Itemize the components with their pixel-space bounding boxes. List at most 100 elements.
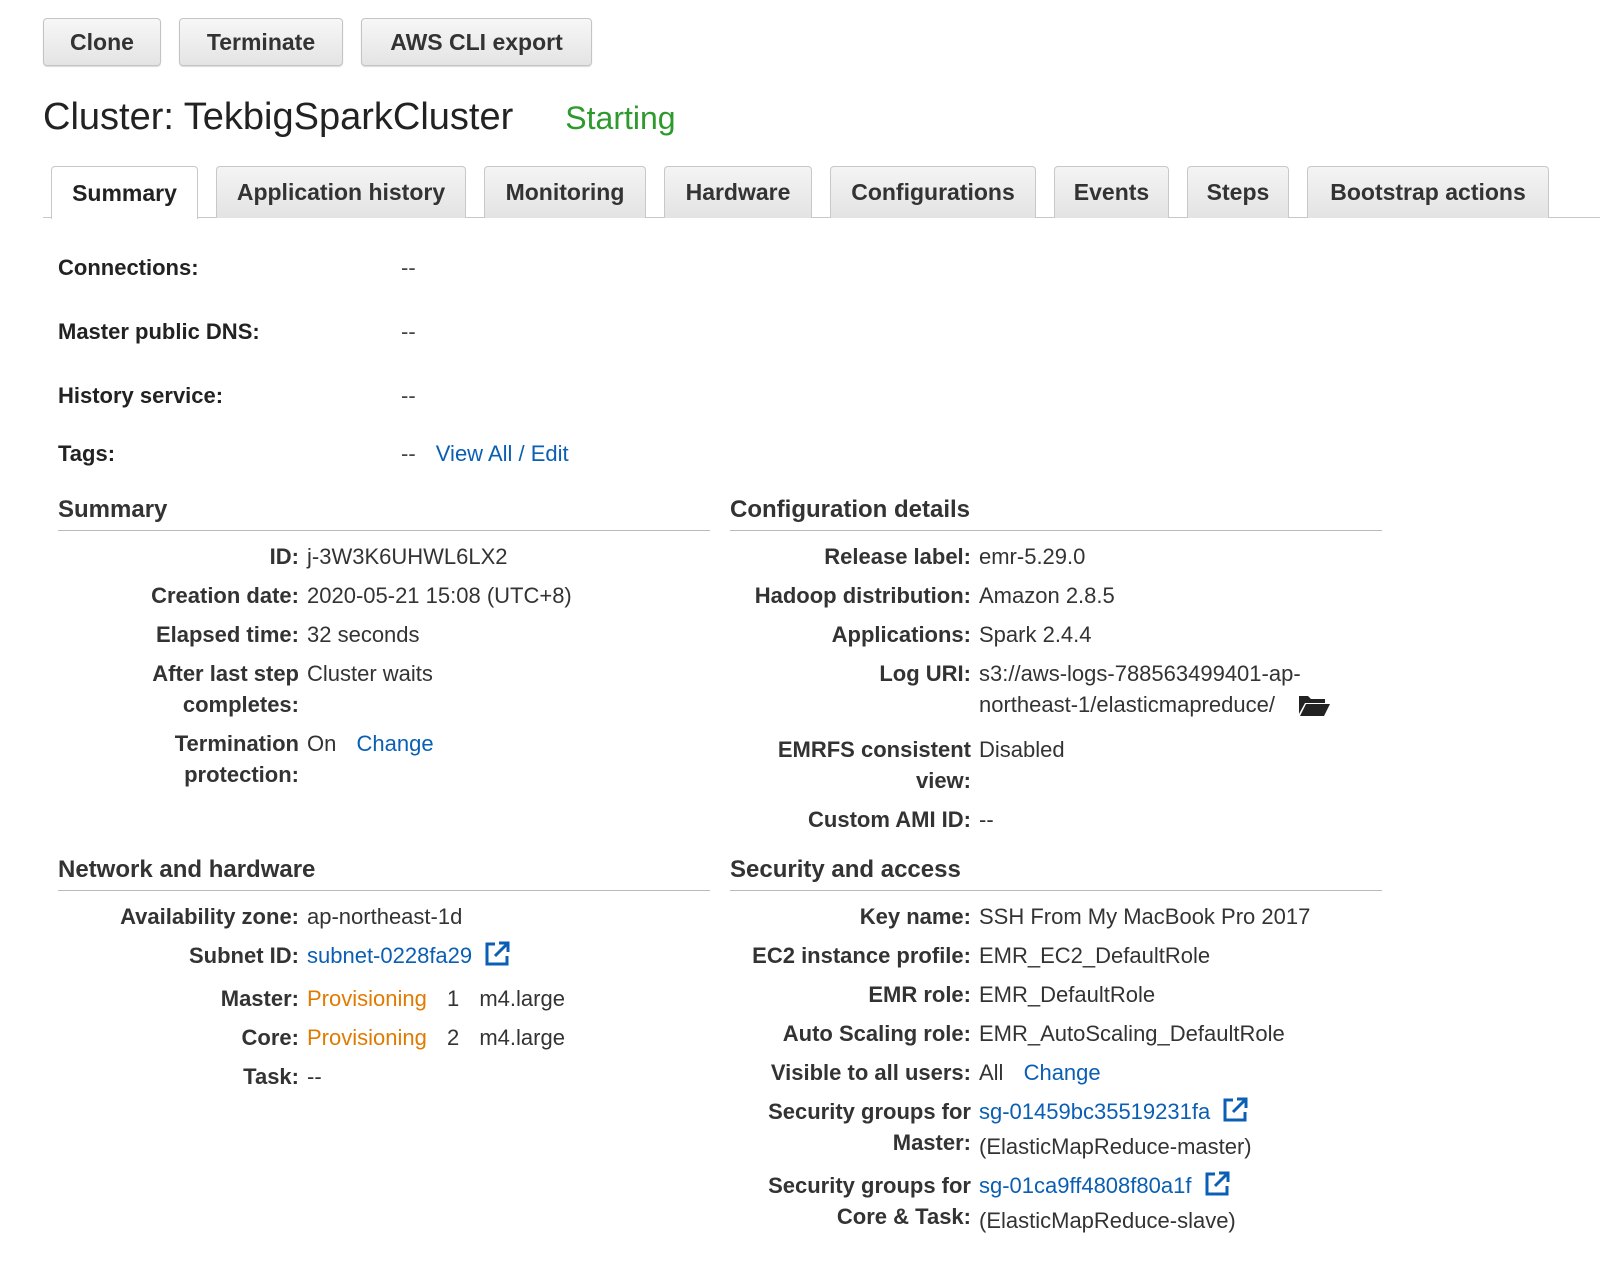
sg-master-link[interactable]: sg-01459bc35519231fa <box>979 1099 1210 1124</box>
toolbar: Clone Terminate AWS CLI export <box>43 18 592 66</box>
sg-master-value: sg-01459bc35519231fa (ElasticMapReduce-m… <box>979 1096 1252 1162</box>
after-last-step-row: After last step completes: Cluster waits <box>58 658 710 720</box>
subnet-id-link[interactable]: subnet-0228fa29 <box>307 943 472 968</box>
cluster-status: Starting <box>565 100 676 136</box>
title-row: Cluster: TekbigSparkCluster Starting <box>43 96 676 139</box>
after-last-step-value: Cluster waits <box>307 661 433 686</box>
core-status: Provisioning <box>307 1025 427 1050</box>
tab-bootstrap-actions[interactable]: Bootstrap actions <box>1307 166 1549 218</box>
applications-row: Applications: Spark 2.4.4 <box>730 619 1382 650</box>
log-uri-value-line2-group: northeast-1/elasticmapreduce/ <box>979 689 1331 726</box>
subnet-id-row: Subnet ID: subnet-0228fa29 <box>58 940 710 975</box>
availability-zone-value: ap-northeast-1d <box>307 904 463 929</box>
cluster-id-label: ID: <box>269 544 299 569</box>
security-access-title: Security and access <box>730 856 1382 891</box>
termination-change-link[interactable]: Change <box>356 731 433 756</box>
tags-value: -- <box>401 441 416 466</box>
ec2-instance-profile-label: EC2 instance profile: <box>752 943 971 968</box>
sg-core-label-line2: Core & Task: <box>836 1204 971 1229</box>
auto-scaling-role-label: Auto Scaling role: <box>782 1021 971 1046</box>
emrfs-row: EMRFS consistent view: Disabled <box>730 734 1382 796</box>
master-label: Master: <box>220 986 299 1011</box>
termination-protection-label-line2: protection: <box>184 762 299 787</box>
visibility-change-link[interactable]: Change <box>1024 1060 1101 1085</box>
log-uri-value-line1: s3://aws-logs-788563499401-ap- <box>979 661 1301 686</box>
emr-role-row: EMR role: EMR_DefaultRole <box>730 979 1382 1010</box>
history-service-label: History service: <box>58 383 224 408</box>
tags-label: Tags: <box>58 441 116 466</box>
security-access-section: Security and access Key name: SSH From M… <box>730 856 1382 1236</box>
log-uri-value: s3://aws-logs-788563499401-ap- northeast… <box>979 658 1331 726</box>
tab-steps[interactable]: Steps <box>1187 166 1289 218</box>
release-label-row: Release label: emr-5.29.0 <box>730 541 1382 572</box>
emrfs-label-line1: EMRFS consistent <box>777 737 971 762</box>
history-service-value: -- <box>401 383 416 408</box>
tab-configurations[interactable]: Configurations <box>830 166 1036 218</box>
configuration-details-section: Configuration details Release label: emr… <box>730 496 1382 835</box>
elapsed-time-value: 32 seconds <box>307 622 420 647</box>
hadoop-distribution-value: Amazon 2.8.5 <box>979 583 1115 608</box>
network-hardware-title: Network and hardware <box>58 856 710 891</box>
tab-bar: Summary Application history Monitoring H… <box>43 166 1600 219</box>
sg-master-link-group: sg-01459bc35519231fa <box>979 1096 1252 1131</box>
cluster-id-value: j-3W3K6UHWL6LX2 <box>307 544 508 569</box>
emrfs-value: Disabled <box>979 737 1065 762</box>
termination-protection-label-line1: Termination <box>174 731 299 756</box>
key-name-value: SSH From My MacBook Pro 2017 <box>979 904 1311 929</box>
summary-section: Summary ID: j-3W3K6UHWL6LX2 Creation dat… <box>58 496 710 790</box>
sg-master-label-line1: Security groups for <box>768 1099 971 1124</box>
termination-protection-value-group: On Change <box>307 728 434 790</box>
terminate-button[interactable]: Terminate <box>179 18 343 66</box>
core-label: Core: <box>241 1025 299 1050</box>
external-link-icon[interactable] <box>1222 1097 1248 1131</box>
termination-protection-label: Termination protection: <box>58 728 299 790</box>
configuration-details-title: Configuration details <box>730 496 1382 531</box>
auto-scaling-role-value: EMR_AutoScaling_DefaultRole <box>979 1021 1285 1046</box>
sg-core-link[interactable]: sg-01ca9ff4808f80a1f <box>979 1173 1191 1198</box>
clone-button[interactable]: Clone <box>43 18 161 66</box>
log-uri-value-line2: northeast-1/elasticmapreduce/ <box>979 692 1275 717</box>
log-uri-row: Log URI: s3://aws-logs-788563499401-ap- … <box>730 658 1382 726</box>
master-dns-label: Master public DNS: <box>58 319 260 344</box>
hadoop-distribution-row: Hadoop distribution: Amazon 2.8.5 <box>730 580 1382 611</box>
page-title: Cluster: TekbigSparkCluster <box>43 96 514 138</box>
external-link-icon[interactable] <box>1204 1171 1230 1205</box>
connections-value: -- <box>401 255 416 280</box>
master-dns-value: -- <box>401 319 416 344</box>
ec2-instance-profile-row: EC2 instance profile: EMR_EC2_DefaultRol… <box>730 940 1382 971</box>
folder-open-icon[interactable] <box>1297 692 1331 726</box>
after-last-step-label-line1: After last step <box>152 661 299 686</box>
core-count: 2 <box>446 1025 460 1050</box>
after-last-step-label: After last step completes: <box>58 658 299 720</box>
release-label-label: Release label: <box>824 544 971 569</box>
master-status: Provisioning <box>307 986 427 1011</box>
creation-date-row: Creation date: 2020-05-21 15:08 (UTC+8) <box>58 580 710 611</box>
tab-events[interactable]: Events <box>1054 166 1169 218</box>
custom-ami-label: Custom AMI ID: <box>808 807 971 832</box>
sg-core-description: (ElasticMapReduce-slave) <box>979 1208 1236 1233</box>
master-instance-type: m4.large <box>479 986 565 1011</box>
key-name-label: Key name: <box>859 904 971 929</box>
master-row: Master: Provisioning 1 m4.large <box>58 983 710 1014</box>
ec2-instance-profile-value: EMR_EC2_DefaultRole <box>979 943 1211 968</box>
sg-core-label-line1: Security groups for <box>768 1173 971 1198</box>
master-value-group: Provisioning 1 m4.large <box>307 983 565 1014</box>
sg-core-link-group: sg-01ca9ff4808f80a1f <box>979 1170 1236 1205</box>
tab-monitoring[interactable]: Monitoring <box>484 166 646 218</box>
availability-zone-label: Availability zone: <box>120 904 299 929</box>
applications-value: Spark 2.4.4 <box>979 622 1092 647</box>
custom-ami-row: Custom AMI ID: -- <box>730 804 1382 835</box>
aws-cli-export-button[interactable]: AWS CLI export <box>361 18 592 66</box>
termination-protection-row: Termination protection: On Change <box>58 728 710 790</box>
view-all-edit-link[interactable]: View All / Edit <box>436 441 569 466</box>
tags-value-group: -- View All / Edit <box>401 441 569 467</box>
external-link-icon[interactable] <box>484 941 510 975</box>
tab-application-history[interactable]: Application history <box>216 166 466 218</box>
tab-summary[interactable]: Summary <box>51 166 198 219</box>
release-label-value: emr-5.29.0 <box>979 544 1086 569</box>
master-count: 1 <box>446 986 460 1011</box>
termination-protection-value: On <box>307 731 337 756</box>
sg-master-label-line2: Master: <box>892 1130 971 1155</box>
tab-hardware[interactable]: Hardware <box>664 166 812 218</box>
subnet-id-value-group: subnet-0228fa29 <box>307 940 510 975</box>
